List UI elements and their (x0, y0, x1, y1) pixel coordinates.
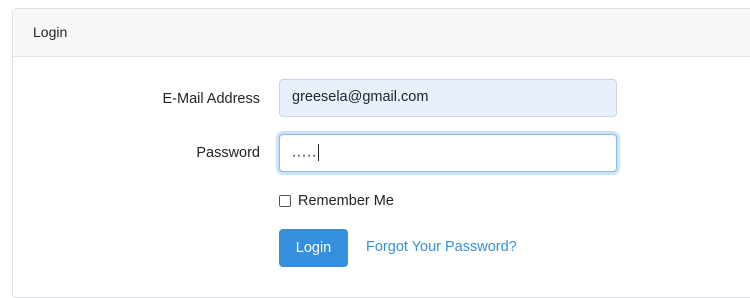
remember-me-row: Remember Me (279, 193, 394, 209)
forgot-password-link[interactable]: Forgot Your Password? (366, 239, 517, 255)
email-field-value: greesela@gmail.com (292, 89, 429, 105)
text-caret (318, 144, 320, 161)
card-header: Login (13, 9, 750, 57)
remember-me-checkbox[interactable] (279, 195, 291, 207)
card-header-title: Login (33, 24, 68, 40)
email-field[interactable]: greesela@gmail.com (279, 79, 617, 117)
password-field[interactable]: ..... (279, 134, 617, 172)
password-label: Password (196, 145, 260, 161)
remember-me-label[interactable]: Remember Me (298, 193, 394, 209)
login-button[interactable]: Login (279, 229, 348, 267)
password-field-value: ..... (292, 144, 318, 161)
email-label: E-Mail Address (162, 91, 260, 107)
login-card: Login E-Mail Address greesela@gmail.com … (12, 8, 750, 298)
